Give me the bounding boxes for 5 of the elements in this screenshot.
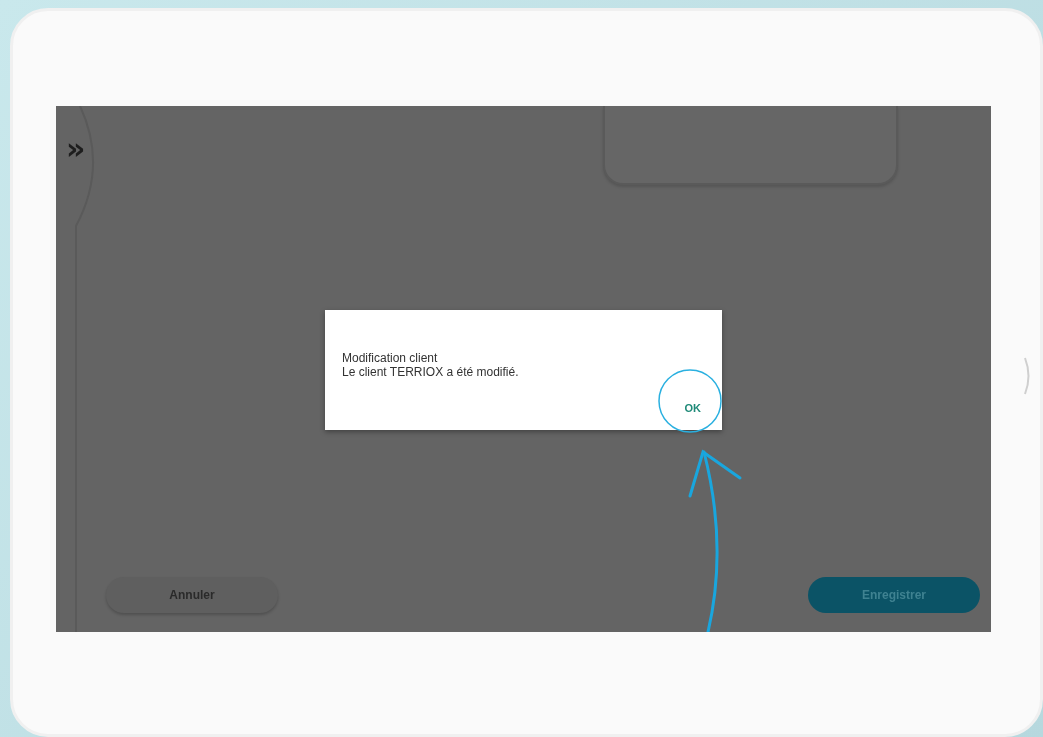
dialog-title: Modification client [342,351,439,365]
ok-button[interactable]: OK [676,400,709,416]
sidebar-toggle-button[interactable]: » [66,134,86,164]
dialog-message: Le client TERRIOX a été modifié. [342,365,520,379]
annotation-circle [658,369,722,433]
